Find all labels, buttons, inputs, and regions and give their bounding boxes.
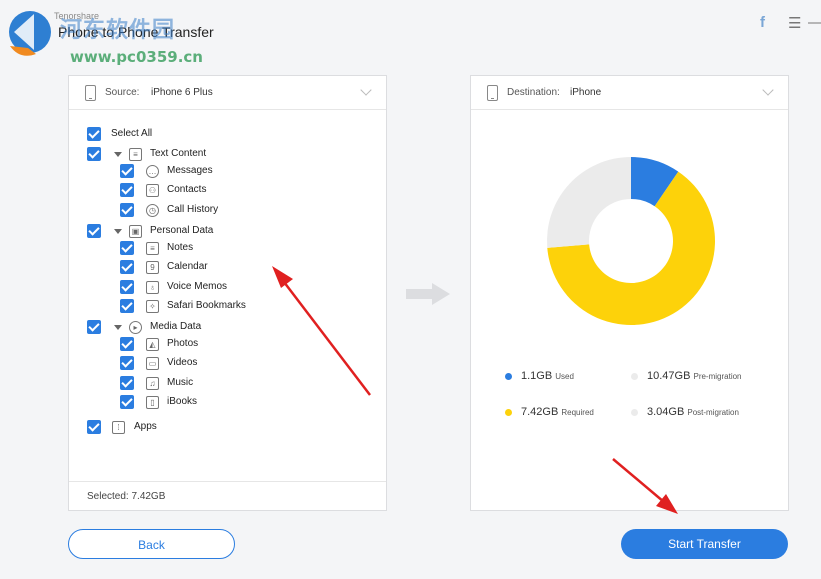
checkbox[interactable]: [87, 223, 101, 238]
legend-label: Post-migration: [687, 408, 739, 417]
tree-item-label: Media Data: [150, 321, 202, 333]
video-camera-icon: ▭: [146, 357, 159, 371]
tree-item-label: Select All: [111, 128, 153, 139]
tree-item-label: Messages: [167, 165, 213, 176]
legend-dot: [505, 373, 512, 380]
legend-dot: [631, 373, 638, 380]
checkbox[interactable]: [87, 127, 101, 141]
clock-icon: ◷: [146, 203, 159, 217]
photo-icon: ◭: [146, 338, 159, 352]
storage-donut-chart: [547, 157, 715, 325]
tree-item-label: Safari Bookmarks: [167, 299, 246, 311]
tree-item-label: Voice Memos: [167, 280, 228, 292]
chat-bubble-icon: …: [146, 165, 159, 178]
legend-value: 7.42GB: [521, 406, 559, 418]
apps-grid-icon: ⁞: [112, 421, 125, 435]
id-card-icon: ▣: [129, 224, 142, 238]
back-button[interactable]: Back: [68, 529, 235, 559]
tree-item-label: Apps: [134, 421, 157, 433]
legend-dot: [631, 409, 638, 416]
destination-header[interactable]: Destination: iPhone: [471, 76, 788, 110]
tree-item-label: Calendar: [167, 261, 208, 273]
source-device: iPhone 6 Plus: [151, 87, 213, 98]
chevron-down-icon[interactable]: [360, 84, 372, 96]
music-note-icon: ♫: [146, 376, 159, 390]
legend-value: 1.1GB: [521, 370, 553, 382]
checkbox[interactable]: [87, 320, 101, 335]
tree-item-label: Personal Data: [150, 224, 214, 236]
phone-icon: [85, 85, 96, 101]
title-bar: Tenorshare Phone to Phone Transfer 河东软件园…: [0, 0, 821, 66]
transfer-arrow-icon: [406, 283, 450, 305]
legend-value: 10.47GB: [647, 370, 691, 382]
legend-item: 10.47GB Pre-migration: [647, 370, 742, 382]
tree-item-label: Photos: [167, 338, 199, 350]
tree-item-label: Notes: [167, 241, 194, 253]
legend-label: Required: [561, 408, 594, 417]
person-icon: ⚇: [146, 184, 159, 198]
source-panel: Source: iPhone 6 Plus Select All ≡ Text Co…: [68, 75, 387, 511]
watermark-url: www.pc0359.cn: [70, 48, 203, 66]
checkbox[interactable]: [120, 279, 134, 294]
tree-item-label: Videos: [167, 357, 198, 369]
checkbox[interactable]: [87, 420, 101, 435]
checkbox[interactable]: [120, 298, 134, 313]
app-logo-icon: [9, 11, 51, 56]
facebook-icon[interactable]: f: [760, 14, 765, 31]
watermark-text: 河东软件园: [60, 18, 176, 43]
tree-item-label: Call History: [167, 203, 219, 215]
compass-icon: ✧: [146, 299, 159, 313]
tree-item-label: iBooks: [167, 396, 198, 407]
legend-label: Pre-migration: [693, 372, 742, 381]
legend-label: Used: [555, 372, 574, 381]
notes-icon: ≡: [146, 241, 159, 255]
legend-item: 1.1GB Used: [521, 370, 574, 382]
checkbox[interactable]: [120, 375, 134, 390]
checkbox[interactable]: [120, 395, 134, 409]
start-transfer-button[interactable]: Start Transfer: [621, 529, 788, 559]
microphone-icon: ♁: [146, 280, 159, 294]
destination-label: Destination:: [507, 87, 560, 98]
legend-item: 7.42GB Required: [521, 406, 594, 418]
checkbox[interactable]: [120, 337, 134, 352]
menu-icon[interactable]: ☰: [788, 14, 801, 32]
tree-item-label: Text Content: [150, 148, 207, 159]
source-label: Source:: [105, 87, 140, 98]
source-footer: Selected: 7.42GB: [69, 481, 386, 510]
minimize-icon[interactable]: —: [808, 14, 821, 31]
expand-triangle-icon[interactable]: [114, 325, 122, 331]
checkbox[interactable]: [120, 164, 134, 178]
selected-size: Selected: 7.42GB: [87, 491, 166, 502]
expand-triangle-icon[interactable]: [114, 152, 122, 157]
phone-icon: [487, 85, 498, 101]
tree-item-label: Contacts: [167, 184, 207, 196]
checkbox[interactable]: [120, 202, 134, 217]
legend-dot: [505, 409, 512, 416]
legend-item: 3.04GB Post-migration: [647, 406, 739, 418]
destination-panel: Destination: iPhone 1.1GB Used 10.47GB Pr…: [470, 75, 789, 511]
checkbox[interactable]: [120, 183, 134, 198]
play-icon: ▸: [129, 321, 142, 335]
calendar-icon: 9: [146, 261, 159, 275]
chevron-down-icon[interactable]: [762, 84, 774, 96]
checkbox[interactable]: [120, 240, 134, 255]
expand-triangle-icon[interactable]: [114, 228, 122, 234]
destination-device: iPhone: [570, 87, 602, 98]
donut-segment-free: [547, 157, 631, 248]
checkbox[interactable]: [87, 147, 101, 161]
legend-value: 3.04GB: [647, 406, 685, 418]
source-header[interactable]: Source: iPhone 6 Plus: [69, 76, 386, 110]
tree-item-label: Music: [167, 376, 194, 388]
book-icon: ▯: [146, 396, 159, 409]
checkbox[interactable]: [120, 260, 134, 275]
document-icon: ≡: [129, 148, 142, 161]
checkbox[interactable]: [120, 356, 134, 371]
